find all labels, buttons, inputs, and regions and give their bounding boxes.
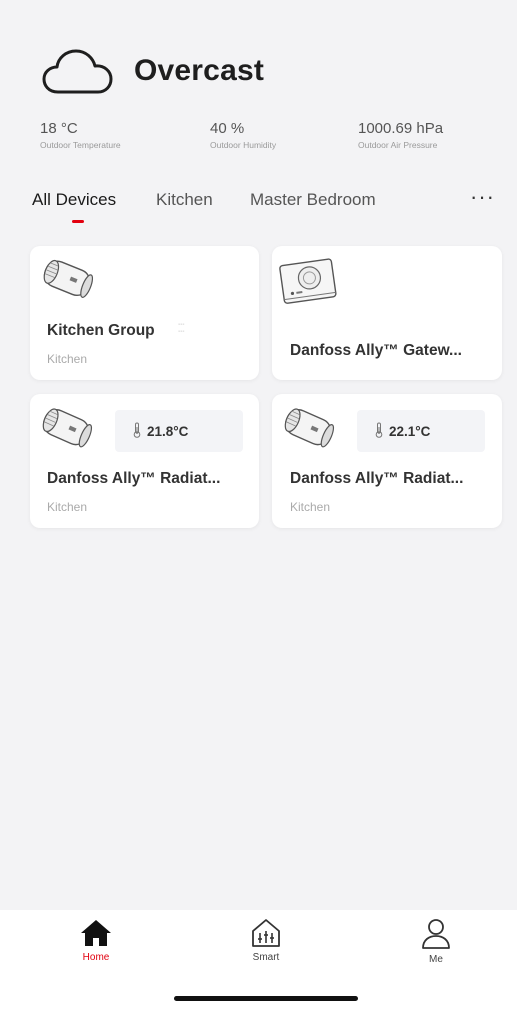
- device-name: Kitchen Group: [47, 322, 155, 339]
- temperature-display: 21.8°C: [115, 410, 243, 452]
- tab-all-devices[interactable]: All Devices: [32, 190, 116, 210]
- stat-value: 18 °C: [40, 120, 78, 137]
- stat-label: Outdoor Humidity: [210, 140, 277, 150]
- thermometer-icon: [133, 422, 141, 441]
- stat-label: Outdoor Temperature: [40, 140, 121, 150]
- weather-header: Overcast: [40, 44, 264, 98]
- stat-value: 40 %: [210, 120, 245, 137]
- more-options-button[interactable]: ···: [470, 184, 495, 210]
- nav-label: Smart: [252, 952, 280, 963]
- temperature-value: 22.1°C: [389, 423, 431, 439]
- tab-master-bedroom[interactable]: Master Bedroom: [250, 190, 376, 210]
- device-room: Kitchen: [47, 500, 88, 514]
- gateway-icon: [278, 256, 340, 313]
- temperature-value: 21.8°C: [147, 423, 189, 439]
- device-name: Danfoss Ally™ Radiat...: [290, 470, 464, 487]
- radiator-thermostat-icon: [38, 254, 100, 309]
- room-tabs: All Devices Kitchen Master Bedroom: [0, 190, 517, 230]
- home-indicator: [174, 996, 358, 1001]
- smart-scene-icon: [226, 918, 306, 948]
- person-icon: [396, 918, 476, 950]
- weather-condition: Overcast: [134, 54, 265, 87]
- faded-status: ▪▪▪ ▪▪▪: [178, 322, 185, 335]
- nav-smart[interactable]: Smart: [226, 918, 306, 963]
- radiator-thermostat-icon: [36, 402, 100, 459]
- tab-kitchen[interactable]: Kitchen: [156, 190, 213, 210]
- stat-label: Outdoor Air Pressure: [358, 140, 438, 150]
- outdoor-humidity: 40 % Outdoor Humidity: [210, 120, 276, 150]
- device-name: Danfoss Ally™ Gatew...: [290, 342, 462, 359]
- device-name: Danfoss Ally™ Radiat...: [47, 470, 221, 487]
- active-tab-indicator: [72, 220, 84, 223]
- cloud-icon: [40, 44, 116, 98]
- device-card-gateway[interactable]: Danfoss Ally™ Gatew...: [272, 246, 502, 380]
- device-card-kitchen-group[interactable]: Kitchen Group ▪▪▪ ▪▪▪ Kitchen: [30, 246, 259, 380]
- stat-value: 1000.69 hPa: [358, 120, 444, 137]
- outdoor-air-pressure: 1000.69 hPa Outdoor Air Pressure: [358, 120, 443, 150]
- nav-label: Home: [82, 952, 110, 963]
- nav-home[interactable]: Home: [56, 918, 136, 963]
- thermometer-icon: [375, 422, 383, 441]
- home-icon: [56, 918, 136, 948]
- nav-label: Me: [429, 954, 443, 965]
- nav-me[interactable]: Me: [396, 918, 476, 965]
- temperature-display: 22.1°C: [357, 410, 485, 452]
- device-room: Kitchen: [290, 500, 331, 514]
- device-room: Kitchen: [47, 352, 88, 366]
- device-card-radiator-2[interactable]: 22.1°C Danfoss Ally™ Radiat... Kitchen: [272, 394, 502, 528]
- device-card-radiator-1[interactable]: 21.8°C Danfoss Ally™ Radiat... Kitchen: [30, 394, 259, 528]
- outdoor-temperature: 18 °C Outdoor Temperature: [40, 120, 121, 150]
- radiator-thermostat-icon: [278, 402, 342, 459]
